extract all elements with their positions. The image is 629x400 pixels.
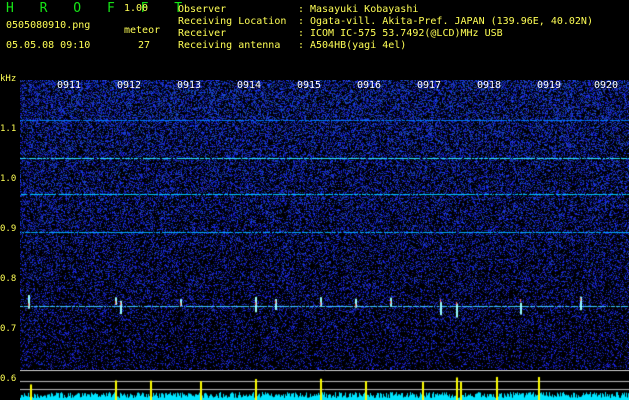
y-tick-label: 1.0 (0, 174, 17, 184)
meteor-label: meteor (124, 25, 161, 36)
app-title: H R O F F T (6, 1, 192, 16)
time-label: 0918 (477, 80, 502, 91)
info-key: Receiving Location (178, 16, 287, 27)
info-key: Receiver (178, 28, 227, 39)
info-separator: : (298, 4, 305, 15)
y-tick-label: 0.8 (0, 274, 17, 284)
spectrogram (20, 80, 629, 370)
time-label: 0913 (177, 80, 202, 91)
observation-datetime: 05.05.08 09:10 (6, 40, 91, 51)
time-label: 0915 (297, 80, 322, 91)
time-label: 0912 (117, 80, 142, 91)
station-info: Observer : Masayuki Kobayashi Receiving … (178, 4, 593, 52)
y-tick-label: 0.9 (0, 224, 17, 234)
info-separator: : (298, 40, 305, 51)
time-label: 0916 (357, 80, 382, 91)
y-tick-label: 0.7 (0, 324, 17, 334)
app-version: 1.00 (124, 3, 149, 14)
time-label: 0919 (537, 80, 562, 91)
time-label: 0920 (594, 80, 619, 91)
info-key: Observer (178, 4, 227, 15)
info-separator: : (298, 28, 305, 39)
y-tick-label: 1.1 (0, 124, 17, 134)
info-separator: : (298, 16, 305, 27)
signal-strength-strip (20, 370, 629, 400)
info-row-antenna: Receiving antenna : A504HB(yagi 4el) (178, 40, 593, 52)
time-label: 0914 (237, 80, 262, 91)
y-tick-label: 0.6 (0, 374, 17, 384)
info-row-receiver: Receiver : ICOM IC-575 53.7492(@LCD)MHz … (178, 28, 593, 40)
meteor-count: 27 (138, 40, 151, 51)
info-value: Masayuki Kobayashi (310, 4, 419, 15)
info-row-location: Receiving Location : Ogata-vill. Akita-P… (178, 16, 593, 28)
axis-unit-label: kHz (0, 74, 17, 84)
header-panel: H R O F F T 1.00 0505080910.png 05.05.08… (0, 0, 629, 78)
info-row-observer: Observer : Masayuki Kobayashi (178, 4, 593, 16)
time-label: 0911 (57, 80, 82, 91)
info-value: A504HB(yagi 4el) (310, 40, 407, 51)
time-label: 0917 (417, 80, 442, 91)
info-value: Ogata-vill. Akita-Pref. JAPAN (139.96E, … (310, 16, 593, 27)
file-name: 0505080910.png (6, 20, 91, 31)
info-key: Receiving antenna (178, 40, 281, 51)
info-value: ICOM IC-575 53.7492(@LCD)MHz USB (310, 28, 503, 39)
